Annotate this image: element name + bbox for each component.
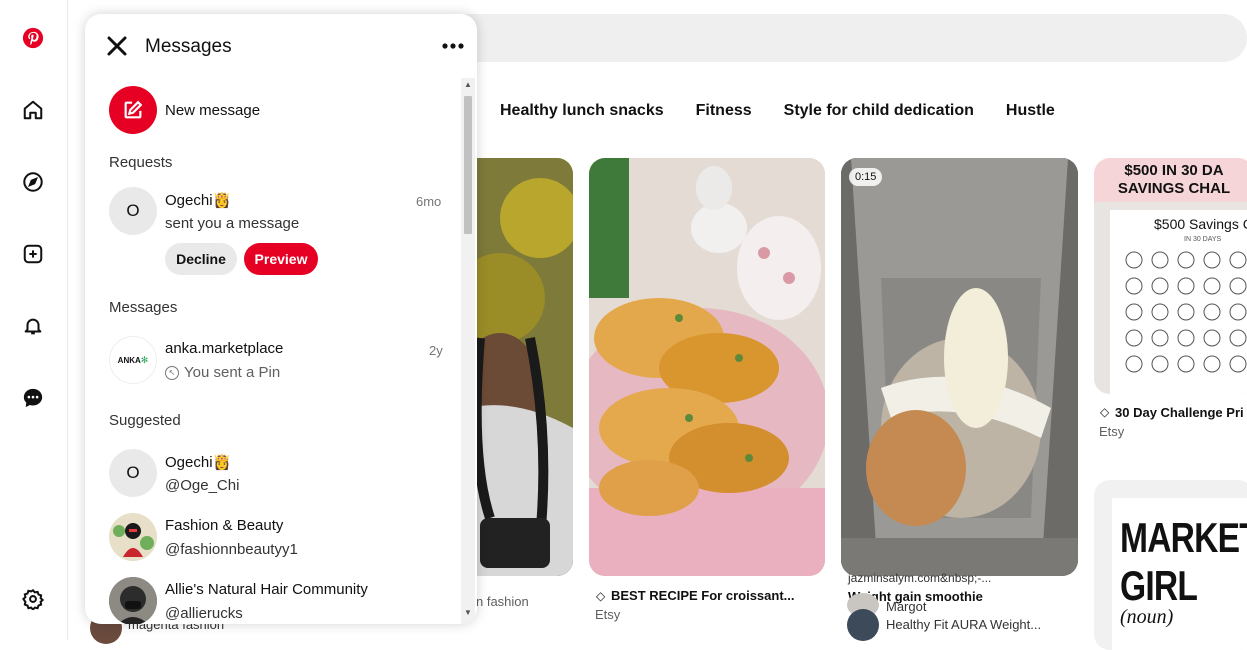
panel-scrollbar[interactable]: ▲ ▼ xyxy=(461,78,475,624)
pin-caption: n fashion xyxy=(476,594,529,609)
avatar xyxy=(109,577,157,624)
pin-arrow-icon: ↖ xyxy=(165,366,179,380)
search-bar[interactable] xyxy=(440,14,1247,62)
pin-smoothie-video[interactable]: 0:15 xyxy=(841,158,1078,576)
pin-overlay-title: jazminsalym.com&nbsp;-... xyxy=(848,571,992,585)
conversation-time: 2y xyxy=(429,343,443,358)
conversation-row[interactable]: ANKA ✻ anka.marketplace ↖ You sent a Pin … xyxy=(109,336,449,384)
pin-author: Healthy Fit AURA Weight... xyxy=(886,617,1042,632)
conversation-name: anka.marketplace xyxy=(165,340,284,357)
video-duration-badge: 0:15 xyxy=(849,168,883,186)
create-plus-icon[interactable] xyxy=(14,235,52,273)
anka-logo-text: ANKA xyxy=(117,355,141,365)
home-icon[interactable] xyxy=(14,91,52,129)
topic-chip[interactable]: Style for child dedication xyxy=(784,102,974,120)
pin-croissant-image[interactable] xyxy=(589,158,825,576)
pin-headline: SAVINGS CHAL xyxy=(1117,180,1231,197)
topic-chip[interactable]: Healthy lunch snacks xyxy=(500,102,664,120)
suggested-name: Ogechi👸 xyxy=(165,454,232,471)
pinterest-logo-icon[interactable] xyxy=(14,19,52,57)
pin-author: Margot xyxy=(886,599,927,614)
pin-savings-image[interactable]: $500 IN 30 DA SAVINGS CHAL $500 Savings … xyxy=(1094,158,1247,394)
pin-caption: 30 Day Challenge Pri xyxy=(1115,405,1244,420)
conversation-last-message: You sent a Pin xyxy=(184,364,281,381)
close-icon[interactable] xyxy=(105,34,129,58)
tag-icon: ◇ xyxy=(596,589,606,603)
left-nav-rail xyxy=(0,0,68,640)
messages-heading: Messages xyxy=(109,299,178,316)
pin-headline: $500 IN 30 DA xyxy=(1124,162,1224,179)
request-time: 6mo xyxy=(416,194,442,209)
messages-bubble-icon[interactable] xyxy=(14,379,52,417)
avatar: O xyxy=(109,449,157,497)
scroll-up-arrow-icon[interactable]: ▲ xyxy=(464,80,472,89)
request-sender-name: Ogechi👸 xyxy=(165,192,232,209)
suggested-handle: @Oge_Chi xyxy=(165,477,240,494)
suggested-heading: Suggested xyxy=(109,412,181,429)
suggested-handle: @allierucks xyxy=(165,605,243,622)
requests-heading: Requests xyxy=(109,154,173,171)
topic-chip[interactable]: Hustle xyxy=(1006,102,1055,120)
new-message-label: New message xyxy=(165,102,261,119)
suggested-row[interactable]: Allie's Natural Hair Community @allieruc… xyxy=(109,577,449,624)
avatar xyxy=(109,513,157,561)
topic-chip[interactable]: Fitness xyxy=(696,102,752,120)
pin-market-girl-image[interactable]: MARKET GIRL (noun) xyxy=(1094,480,1247,650)
messages-panel: Messages New message Requests O Ogechi👸 … xyxy=(85,14,477,624)
decline-button[interactable]: Decline xyxy=(165,243,237,275)
request-text: sent you a message xyxy=(165,215,300,232)
explore-compass-icon[interactable] xyxy=(14,163,52,201)
pin-source: Etsy xyxy=(595,607,621,622)
topic-bar: Healthy lunch snacks Fitness Style for c… xyxy=(500,102,1087,120)
new-message-button[interactable]: New message xyxy=(109,86,449,134)
tag-icon: ◇ xyxy=(1100,405,1110,419)
suggested-row[interactable]: Fashion & Beauty @fashionnbeautyy1 xyxy=(109,513,449,561)
more-options-icon[interactable] xyxy=(441,38,465,54)
preview-button[interactable]: Preview xyxy=(244,243,318,275)
suggested-name: Fashion & Beauty xyxy=(165,517,284,534)
compose-icon xyxy=(109,86,157,134)
pin-caption: BEST RECIPE For croissant... xyxy=(611,588,795,603)
savings-chart-card: $500 Savings Ch IN 30 DAYS xyxy=(1094,202,1247,394)
pin-source: Etsy xyxy=(1099,424,1125,439)
suggested-row[interactable]: O Ogechi👸 @Oge_Chi xyxy=(109,449,449,497)
panel-title: Messages xyxy=(145,36,232,57)
pin-text-line: (noun) xyxy=(1120,606,1174,628)
scroll-down-arrow-icon[interactable]: ▼ xyxy=(464,608,472,617)
suggested-handle: @fashionnbeautyy1 xyxy=(165,541,298,558)
suggested-name: Allie's Natural Hair Community xyxy=(165,581,368,598)
request-row[interactable]: O Ogechi👸 sent you a message 6mo xyxy=(109,187,449,235)
avatar: O xyxy=(109,187,157,235)
card-title: $500 Savings Ch xyxy=(1154,216,1247,232)
settings-gear-icon[interactable] xyxy=(14,580,52,618)
pin-text-line: GIRL xyxy=(1120,562,1198,609)
pin-text-line: MARKET xyxy=(1120,514,1247,561)
avatar: ANKA ✻ xyxy=(109,336,157,384)
card-subtitle: IN 30 DAYS xyxy=(1184,236,1222,243)
notifications-bell-icon[interactable] xyxy=(14,307,52,345)
avatar xyxy=(847,609,879,641)
scrollbar-thumb[interactable] xyxy=(464,96,472,234)
